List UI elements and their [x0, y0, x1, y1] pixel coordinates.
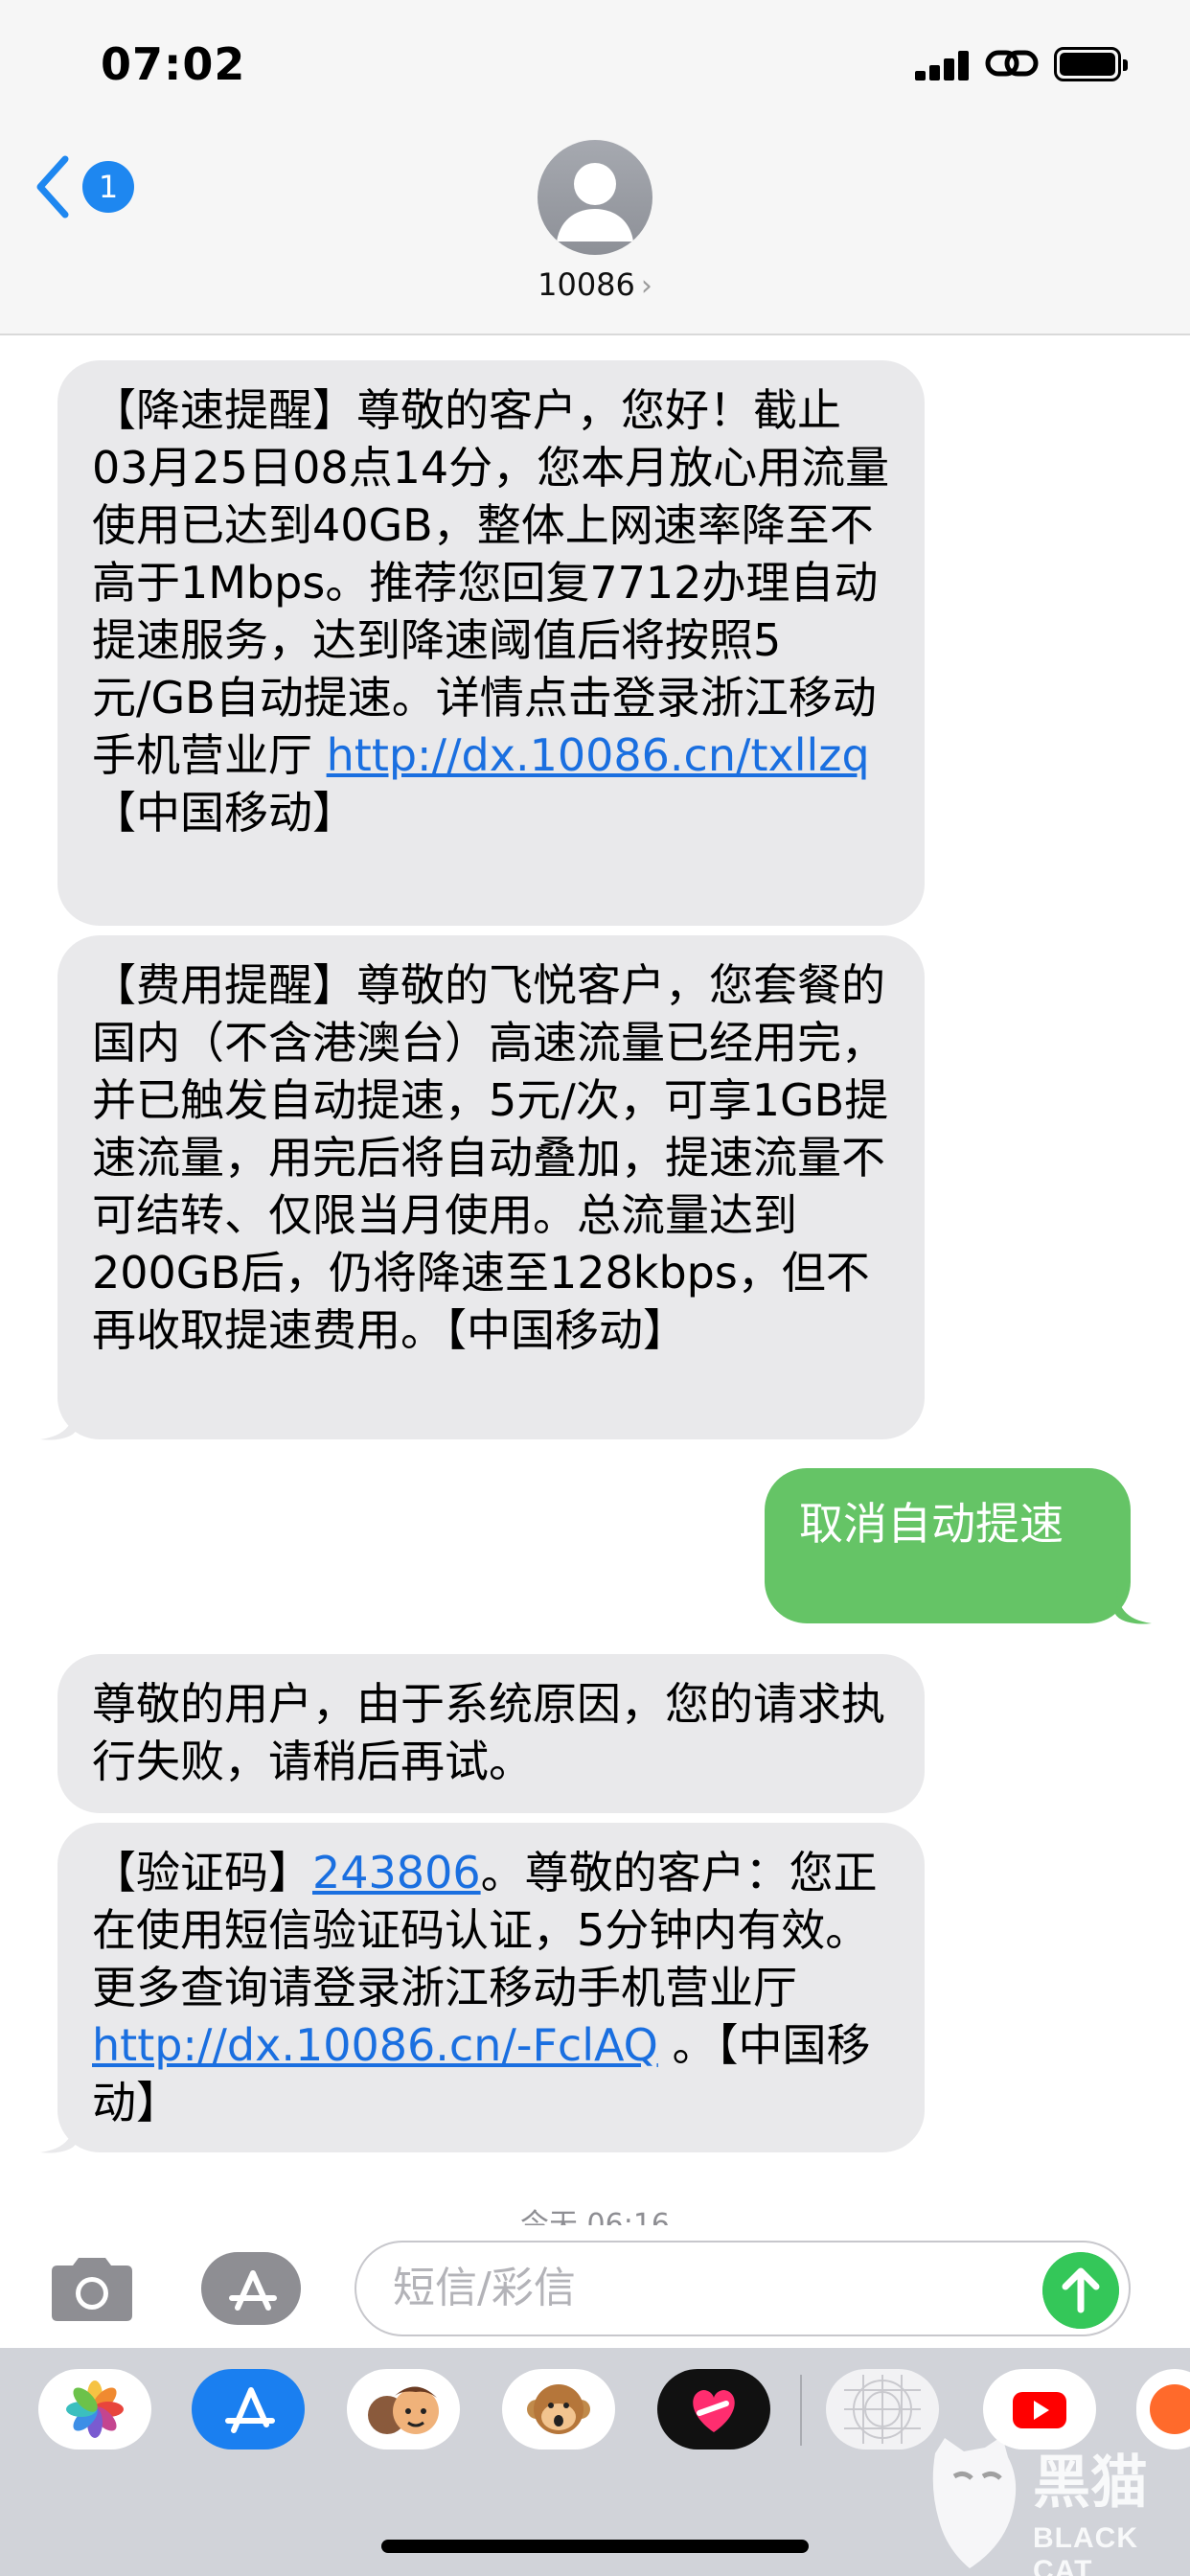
chevron-left-icon — [36, 155, 69, 218]
send-icon[interactable] — [1042, 2252, 1119, 2329]
bubble-tail-icon — [40, 1403, 77, 1440]
camera-icon[interactable] — [46, 2254, 138, 2323]
message-timestamp: 今天 06:16 — [520, 2208, 670, 2225]
conversation-header: 07:02 1 10086 › — [0, 0, 1190, 335]
back-button[interactable]: 1 — [34, 153, 140, 220]
grid-app-icon[interactable] — [826, 2369, 939, 2450]
status-time: 07:02 — [101, 38, 246, 90]
message-link[interactable]: http://dx.10086.cn/-FclAQ — [92, 2019, 658, 2071]
message-composer: 短信/彩信 — [0, 2225, 1190, 2348]
battery-icon — [1054, 47, 1128, 81]
black-cat-logo-icon — [932, 2436, 1017, 2568]
incoming-message-bubble[interactable]: 【费用提醒】尊敬的飞悦客户，您套餐的国内（不含港澳台）高速流量已经用完，并已触发… — [57, 935, 925, 1439]
message-text: 尊敬的用户，由于系统原因，您的请求执行失败，请稍后再试。 — [92, 1678, 885, 1787]
message-link[interactable]: http://dx.10086.cn/txllzq — [327, 729, 870, 781]
message-text: 【验证码】 — [92, 1847, 312, 1898]
bubble-tail-icon — [1115, 1587, 1152, 1624]
app-store-icon[interactable] — [199, 2250, 303, 2327]
verification-code-link[interactable]: 243806 — [312, 1847, 481, 1898]
unread-count-badge: 1 — [82, 161, 134, 213]
chevron-right-icon: › — [640, 269, 652, 303]
bubble-tail-icon — [40, 2116, 77, 2153]
contact-name[interactable]: 10086 › — [0, 266, 1190, 303]
message-text: 【降速提醒】尊敬的客户，您好！截止03月25日08点14分，您本月放心用流量使用… — [92, 384, 890, 781]
message-input[interactable]: 短信/彩信 — [355, 2241, 1131, 2336]
watermark-subtitle: BLACK CAT — [1033, 2522, 1138, 2576]
home-indicator — [381, 2540, 809, 2553]
photos-app-icon[interactable] — [38, 2369, 151, 2450]
incoming-message-bubble[interactable]: 尊敬的用户，由于系统原因，您的请求执行失败，请稍后再试。 — [57, 1654, 925, 1813]
message-text-suffix: 【中国移动】 — [92, 787, 356, 839]
outgoing-message-bubble[interactable]: 取消自动提速 — [765, 1468, 1131, 1623]
person-icon — [557, 163, 633, 242]
contact-avatar[interactable] — [538, 140, 652, 255]
incoming-message-bubble[interactable]: 【降速提醒】尊敬的客户，您好！截止03月25日08点14分，您本月放心用流量使用… — [57, 360, 925, 926]
message-thread[interactable]: 【降速提醒】尊敬的客户，您好！截止03月25日08点14分，您本月放心用流量使用… — [0, 337, 1190, 2225]
memoji-app-icon[interactable] — [347, 2369, 460, 2450]
message-text: 取消自动提速 — [799, 1498, 1064, 1550]
cellular-signal-icon — [915, 50, 969, 80]
watermark-brand: 黑猫 — [1033, 2450, 1148, 2517]
incoming-message-bubble[interactable]: 【验证码】243806。尊敬的客户：您正在使用短信验证码认证，5分钟内有效。更多… — [57, 1823, 925, 2152]
app-store-app-icon[interactable] — [192, 2369, 305, 2450]
animoji-app-icon[interactable] — [502, 2369, 615, 2450]
drawer-divider — [800, 2375, 802, 2446]
watermark-logo: 黑猫 BLACK CAT — [926, 2434, 1190, 2576]
personal-hotspot-icon — [985, 50, 1039, 77]
message-text: 【费用提醒】尊敬的飞悦客户，您套餐的国内（不含港澳台）高速流量已经用完，并已触发… — [92, 959, 889, 1356]
digital-touch-app-icon[interactable] — [657, 2369, 770, 2450]
contact-name-label: 10086 — [538, 266, 635, 303]
